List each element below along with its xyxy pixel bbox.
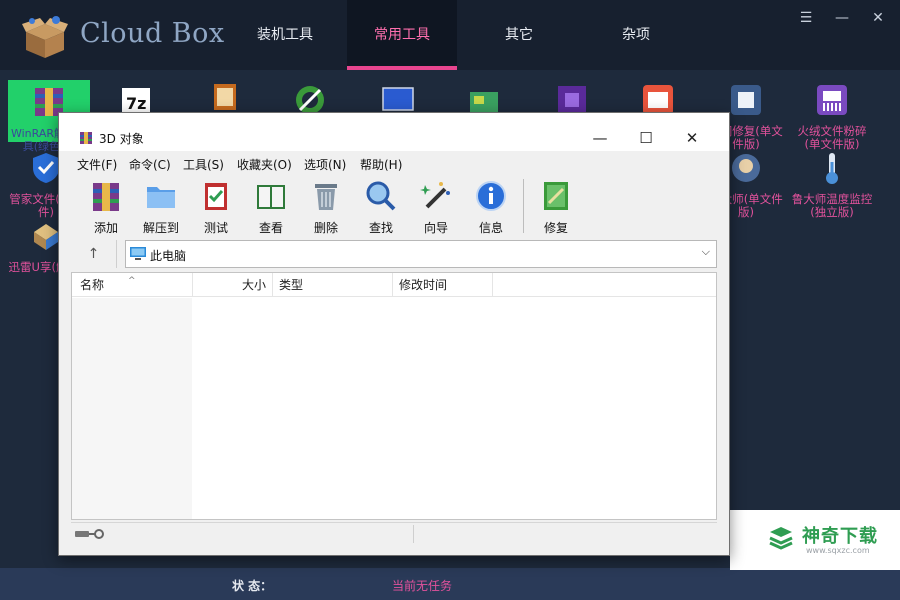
column-size[interactable]: 大小	[193, 273, 273, 297]
computer-icon	[130, 247, 146, 260]
info-button[interactable]: 信息	[464, 177, 518, 235]
name-column-shade	[72, 298, 192, 519]
app-header: Cloud Box 装机工具 常用工具 其它 杂项 ☰ — ✕	[0, 0, 900, 70]
toolbar-label: 测试	[203, 221, 228, 235]
tab-other[interactable]: 其它	[464, 0, 574, 70]
add-archive-icon	[93, 183, 119, 211]
tool-item-shredder[interactable]: 火绒文件粉碎(单文件版)	[790, 82, 874, 151]
address-bar: ↑ 此电脑 ⌵	[71, 240, 717, 268]
watermark: 神奇下载 www.sqxzc.com	[730, 510, 900, 570]
menu-bar: 文件(F) 命令(C) 工具(S) 收藏夹(O) 选项(N) 帮助(H)	[59, 151, 729, 175]
app-title: Cloud Box	[80, 18, 225, 49]
maximize-button[interactable]: ☐	[635, 127, 657, 149]
extract-folder-icon	[147, 187, 175, 208]
status-label: 状 态：	[232, 579, 273, 593]
drive-key-icon	[75, 529, 104, 539]
tool-label: 火绒文件粉碎(单文件版)	[797, 124, 867, 151]
list-header: ^ 名称 大小 类型 修改时间	[72, 273, 716, 297]
toolbar-label: 添加	[93, 221, 118, 235]
toolbar-separator	[523, 179, 524, 233]
menu-favorites[interactable]: 收藏夹(O)	[237, 156, 292, 173]
menu-tools[interactable]: 工具(S)	[183, 156, 224, 173]
toolbar-label: 信息	[478, 221, 503, 235]
info-icon	[476, 181, 506, 211]
window-title: 3D 对象	[99, 132, 144, 146]
toolbar-label: 删除	[313, 221, 338, 235]
delete-bin-icon	[315, 184, 337, 210]
winrar-statusbar	[71, 522, 717, 544]
tab-common-tools[interactable]: 常用工具	[347, 0, 457, 70]
toolbar-label: 解压到	[142, 221, 179, 235]
add-button[interactable]: 添加	[79, 177, 133, 235]
toolbar: 添加 解压到 测试 查看 删除 查找 向导 信息 修复	[69, 177, 719, 235]
statusbar-separator	[413, 525, 414, 543]
winrar-titlebar[interactable]: 3D 对象 — ☐ ✕	[59, 113, 729, 151]
close-icon[interactable]: ✕	[868, 10, 888, 26]
watermark-url: www.sqxzc.com	[806, 546, 870, 555]
status-bar: 状 态： 当前无任务	[0, 568, 900, 600]
archive-icon	[214, 84, 236, 110]
wizard-button[interactable]: 向导	[409, 177, 463, 235]
menu-options[interactable]: 选项(N)	[304, 156, 346, 173]
column-name[interactable]: ^ 名称	[72, 273, 193, 297]
toolbar-label: 查找	[368, 221, 393, 235]
view-button[interactable]: 查看	[244, 177, 298, 235]
winrar-window: 3D 对象 — ☐ ✕ 文件(F) 命令(C) 工具(S) 收藏夹(O) 选项(…	[58, 112, 730, 556]
file-list[interactable]: ^ 名称 大小 类型 修改时间	[71, 272, 717, 520]
menu-file[interactable]: 文件(F)	[77, 156, 117, 173]
find-magnifier-icon	[366, 181, 396, 211]
toolbar-label: 查看	[258, 221, 283, 235]
repair-button[interactable]: 修复	[529, 177, 583, 235]
find-button[interactable]: 查找	[354, 177, 408, 235]
sort-caret-icon: ^	[128, 276, 136, 286]
address-dropdown[interactable]: 此电脑 ⌵	[125, 240, 717, 268]
watermark-text: 神奇下载	[802, 526, 878, 547]
extract-to-button[interactable]: 解压到	[134, 177, 188, 235]
address-text: 此电脑	[150, 249, 187, 263]
chevron-down-icon[interactable]: ⌵	[702, 245, 710, 259]
up-arrow-icon[interactable]: ↑	[71, 240, 117, 268]
menu-icon[interactable]: ☰	[796, 10, 816, 26]
test-button[interactable]: 测试	[189, 177, 243, 235]
minimize-button[interactable]: —	[589, 127, 611, 149]
network-repair-icon	[731, 85, 761, 115]
tool-item-thermometer[interactable]: 鲁大师温度监控(独立版)	[790, 150, 874, 219]
thermometer-icon	[826, 153, 838, 184]
status-value: 当前无任务	[392, 579, 453, 593]
tab-misc[interactable]: 杂项	[581, 0, 691, 70]
toolbar-label: 向导	[423, 221, 448, 235]
winrar-app-icon	[80, 132, 92, 144]
minimize-icon[interactable]: —	[832, 10, 852, 26]
wizard-wand-icon	[420, 182, 450, 209]
close-button[interactable]: ✕	[681, 127, 703, 149]
tool-label: 鲁大师温度监控(独立版)	[791, 192, 873, 219]
cloud-box-logo-icon	[22, 16, 68, 58]
repair-icon	[544, 182, 568, 210]
view-book-icon	[257, 185, 285, 209]
toolbar-label: 修复	[543, 221, 568, 235]
column-modified[interactable]: 修改时间	[393, 273, 493, 297]
master-lu-icon	[732, 154, 760, 182]
delete-button[interactable]: 删除	[299, 177, 353, 235]
menu-command[interactable]: 命令(C)	[129, 156, 171, 173]
tab-install-tools[interactable]: 装机工具	[230, 0, 340, 70]
shredder-icon	[817, 85, 847, 115]
test-icon	[205, 183, 227, 210]
column-type[interactable]: 类型	[273, 273, 393, 297]
watermark-logo-icon	[769, 527, 793, 550]
menu-help[interactable]: 帮助(H)	[360, 156, 402, 173]
svg-text:7z: 7z	[126, 94, 146, 113]
